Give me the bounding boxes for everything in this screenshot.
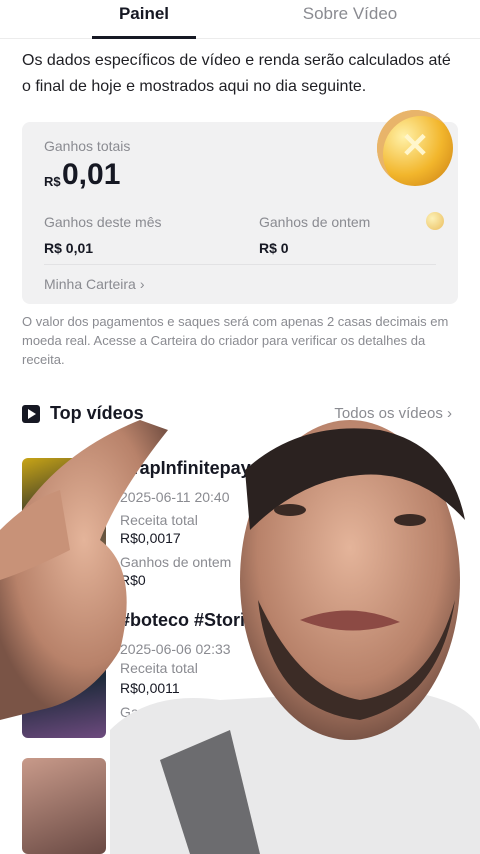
revenue-label: Receita total — [120, 660, 198, 676]
video-title: #boteco #Stories — [120, 610, 266, 630]
gold-coin-icon: ✕ — [377, 110, 453, 186]
tab-painel[interactable]: Painel — [92, 0, 196, 39]
top-videos-header: Top vídeos Todos os vídeos › — [22, 402, 458, 428]
yesterday-label: Ganhos de ontem — [120, 554, 232, 570]
top-videos-title: Top vídeos — [50, 403, 144, 423]
tab-sobre-video-label: Sobre Vídeo — [302, 4, 398, 23]
video-thumbnail[interactable] — [22, 758, 106, 854]
revenue-label: Receita total — [120, 512, 198, 528]
total-earnings-value: 0,01 — [62, 158, 121, 191]
chevron-right-icon: › — [447, 405, 452, 422]
revenue-value: R$0,0011 — [120, 680, 180, 696]
data-notice: Os dados específicos de vídeo e renda se… — [22, 52, 451, 95]
yesterday-earnings-label: Ganhos de ontem — [259, 214, 371, 230]
all-videos-label: Todos os vídeos — [334, 405, 443, 422]
video-title: #TapInfinitepay — [120, 458, 251, 478]
card-divider — [44, 264, 436, 265]
my-wallet-link[interactable]: Minha Carteira › — [44, 276, 145, 292]
yesterday-value: R$0 — [120, 572, 146, 588]
video-thumbnail[interactable] — [22, 628, 106, 738]
tab-bar: Painel Sobre Vídeo — [0, 0, 480, 39]
video-date: 2025-06-06 02:33 — [120, 641, 231, 657]
yesterday-value: R$0 — [120, 722, 146, 738]
month-earnings-label: Ganhos deste mês — [44, 214, 162, 230]
tab-painel-label: Painel — [118, 4, 170, 23]
video-date: 2025-06-11 20:40 — [120, 489, 230, 505]
active-tab-indicator — [92, 36, 196, 39]
my-wallet-label: Minha Carteira — [44, 276, 136, 292]
chevron-right-icon: › — [139, 276, 145, 292]
total-earnings-label: Ganhos totais — [44, 138, 131, 154]
earnings-card: ✕ Ganhos totais R$ 0,01 Ganhos deste mês… — [22, 110, 458, 304]
payout-disclaimer: O valor dos pagamentos e saques será com… — [22, 314, 449, 367]
all-videos-link[interactable]: Todos os vídeos › — [334, 405, 452, 422]
tab-sobre-video[interactable]: Sobre Vídeo — [300, 0, 400, 38]
video-thumbnail[interactable] — [22, 458, 106, 570]
revenue-value: R$0,0017 — [120, 530, 181, 546]
month-earnings-value: R$ 0,01 — [44, 240, 94, 256]
small-coin-icon — [426, 212, 444, 230]
yesterday-earnings-value: R$ 0 — [259, 240, 289, 256]
play-icon — [22, 405, 40, 423]
currency-prefix: R$ — [44, 174, 61, 189]
yesterday-label: Ganhos de ontem — [120, 704, 232, 720]
